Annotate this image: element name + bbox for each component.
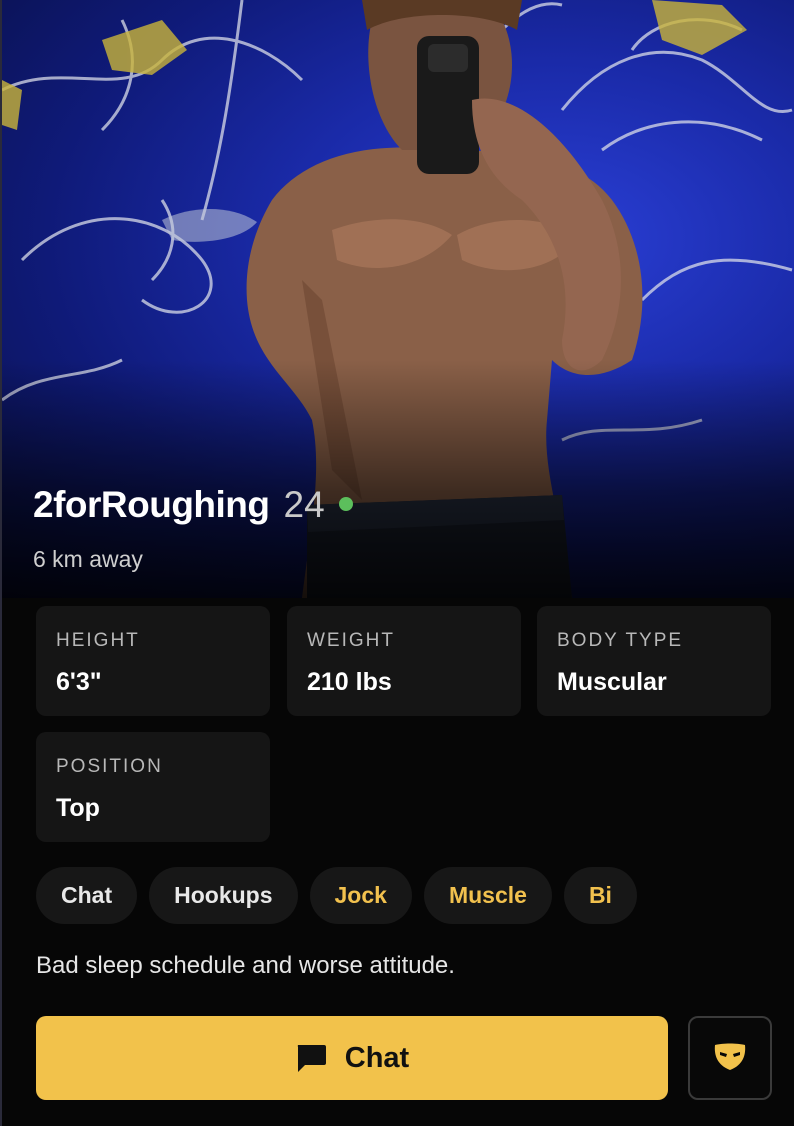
chat-button[interactable]: Chat xyxy=(36,1016,668,1100)
tag-muscle[interactable]: Muscle xyxy=(423,867,552,924)
stat-body-type: BODY TYPE Muscular xyxy=(537,606,771,716)
profile-bio: Bad sleep schedule and worse attitude. xyxy=(36,952,455,979)
stat-label: BODY TYPE xyxy=(557,630,684,651)
profile-age: 24 xyxy=(283,484,325,525)
profile-photo[interactable]: 2forRoughing 24 6 km away xyxy=(2,0,794,598)
grindr-mask-icon xyxy=(713,1041,747,1076)
stat-weight: WEIGHT 210 lbs xyxy=(287,606,521,716)
tag-hookups[interactable]: Hookups xyxy=(149,867,298,924)
name-row: 2forRoughing 24 xyxy=(33,484,353,528)
chat-button-label: Chat xyxy=(344,1041,410,1074)
tag-list: Chat Hookups Jock Muscle Bi xyxy=(36,867,637,924)
stat-value: Top xyxy=(56,794,100,822)
tag-bi[interactable]: Bi xyxy=(563,867,637,924)
tag-jock[interactable]: Jock xyxy=(309,867,412,924)
stat-value: 210 lbs xyxy=(307,668,392,696)
stat-label: HEIGHT xyxy=(56,630,140,651)
stat-value: 6'3" xyxy=(56,668,102,696)
profile-distance: 6 km away xyxy=(33,546,143,572)
online-status-icon xyxy=(338,497,353,511)
stat-value: Muscular xyxy=(557,668,667,696)
chat-bubble-icon xyxy=(295,1043,327,1073)
stat-label: POSITION xyxy=(56,756,163,777)
stat-label: WEIGHT xyxy=(307,630,395,651)
tap-button[interactable] xyxy=(688,1016,772,1100)
stat-height: HEIGHT 6'3" xyxy=(36,606,270,716)
stat-position: POSITION Top xyxy=(36,732,270,842)
tag-chat[interactable]: Chat xyxy=(36,867,138,924)
profile-name: 2forRoughing xyxy=(33,484,270,525)
profile-card: 2forRoughing 24 6 km away HEIGHT 6'3" WE… xyxy=(0,0,794,1126)
